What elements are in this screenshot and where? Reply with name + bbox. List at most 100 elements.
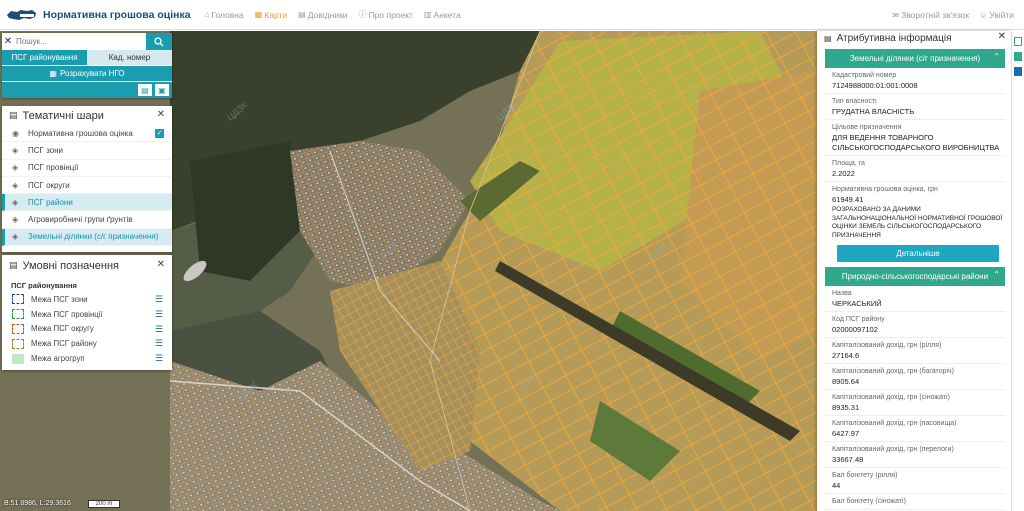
trash-icon: ▥ [423, 10, 432, 19]
tab-cadastral-number[interactable]: Кад. номер [87, 50, 172, 65]
field-area: Площа, га 2.2022 [825, 156, 1005, 182]
layer-checkbox[interactable]: ✓ [155, 129, 164, 138]
book-icon: ▤ [298, 10, 306, 19]
close-icon[interactable]: ✕ [157, 259, 165, 270]
tab-psg-zoning[interactable]: ПСГ районування [2, 50, 87, 65]
clear-search-icon[interactable]: ✕ [2, 33, 14, 50]
legend-swatch [12, 309, 24, 320]
chevron-up-icon: ⌃ [993, 52, 1000, 61]
table-view-button[interactable]: ▤ [138, 84, 152, 96]
logo[interactable] [6, 8, 38, 22]
field-value: ГРУДАТНА ВЛАСНІСТЬ [832, 107, 915, 116]
field-value: ДЛЯ ВЕДЕННЯ ТОВАРНОГО СІЛЬСЬКОГОСПОДАРСЬ… [832, 133, 1000, 152]
layer-soil-groups[interactable]: ◈ Агровиробничі групи ґрунтів [2, 211, 172, 229]
list-icon[interactable]: ☰ [155, 353, 163, 364]
nav-home[interactable]: ⌂ Головна [205, 10, 244, 20]
layer-land-plots[interactable]: ◈ Земельні ділянки (с/г призначення) [2, 228, 172, 247]
legend-group-title: ПСГ районування [11, 281, 77, 290]
map-view-icon: ▣ [158, 85, 166, 95]
field-value: 6427.97 [832, 429, 860, 438]
layer-label: ПСГ райони [28, 197, 73, 207]
layer-psg-regions[interactable]: ◈ ПСГ райони [2, 194, 172, 212]
layer-label: ПСГ округи [28, 180, 70, 190]
nav-maps[interactable]: ▦ Карти [255, 10, 287, 20]
close-icon[interactable]: ✕ [998, 31, 1006, 42]
legend-label: Межа ПСГ округу [31, 324, 94, 334]
legend-label: Межа ПСГ зони [31, 294, 88, 304]
layer-psg-districts[interactable]: ◈ ПСГ округи [2, 177, 172, 195]
legend-swatch [12, 294, 24, 305]
legend-item: Межа ПСГ району ☰ [2, 336, 172, 351]
thematic-layers-panel: ▤ Тематичні шари ✕ ◉ Нормативна грошова о… [2, 106, 172, 252]
coordinates-readout: B:51.8986, L:29.3616 [4, 500, 71, 507]
list-icon[interactable]: ☰ [155, 294, 163, 305]
legend-item: Межа ПСГ округу ☰ [2, 322, 172, 337]
layers-icon: ◈ [12, 215, 19, 225]
list-icon[interactable]: ☰ [155, 338, 163, 349]
legend-item: Межа агрогруп ☰ [2, 351, 172, 366]
field-note: РОЗРАХОВАНО ЗА ДАНИМИ ЗАГАЛЬНОНАЦІОНАЛЬН… [832, 206, 1003, 239]
field-label: Тип власності [832, 98, 877, 105]
details-button[interactable]: Детальніше [837, 245, 999, 262]
nav-reference[interactable]: ▤ Довідники [298, 10, 347, 20]
field-label: Назва [832, 290, 852, 297]
field-value: 02000097102 [832, 325, 878, 334]
nav-feedback[interactable]: ✉ Зворотній зв'язок [892, 10, 969, 20]
legend-label: Межа агрогруп [31, 354, 85, 364]
field-value: 8905.64 [832, 377, 860, 386]
toolbar-button[interactable] [1014, 67, 1022, 76]
map-view-button[interactable]: ▣ [155, 84, 169, 96]
field-value: 7124988000:01:001:0008 [832, 81, 918, 90]
legend-panel: ▤ Умовні позначення ✕ ПСГ районування Ме… [2, 255, 172, 370]
layer-psg-provinces[interactable]: ◈ ПСГ провінції [2, 160, 172, 177]
field-ownership: Тип власності ГРУДАТНА ВЛАСНІСТЬ [825, 94, 1005, 120]
legend-swatch [12, 323, 24, 334]
legend-swatch [12, 353, 24, 364]
list-icon[interactable]: ☰ [155, 324, 163, 335]
home-icon: ⌂ [204, 10, 210, 19]
section-land-plots[interactable]: Земельні ділянки (с/г призначення) ⌃ [825, 49, 1005, 68]
legend-label: Межа ПСГ району [31, 339, 97, 349]
field-name: Назва ЧЕРКАСЬКИЙ [825, 286, 1005, 312]
field-value: 44 [832, 481, 841, 490]
search-panel: ✕ ПСГ районування Кад. номер ▦Розрахуват… [2, 33, 172, 98]
field-label: Капіталізований дохід, грн (багаторіч) [832, 368, 955, 375]
field-ngo: Нормативна грошова оцінка, грн 61949.41 РО… [825, 182, 1005, 242]
layer-label: ПСГ зони [28, 145, 63, 155]
layers-icon: ◈ [12, 180, 19, 190]
field-label: Капіталізований дохід, грн (пасовища) [832, 420, 957, 427]
calc-label: Розрахувати НГО [59, 69, 125, 78]
list-icon[interactable]: ☰ [155, 309, 163, 320]
calculator-icon: ▦ [49, 69, 57, 78]
attribute-panel: ▤ Атрибутивна інформація ✕ Земельні діля… [817, 31, 1011, 511]
layers-icon: ◈ [12, 197, 19, 207]
panel-title: Тематичні шари [22, 109, 104, 122]
layers-icon: ◈ [12, 232, 19, 242]
nav-about[interactable]: ⓘ Про проект [359, 9, 413, 20]
section-psg-regions[interactable]: Природно-сільськогосподарські райони ⌃ [825, 267, 1005, 286]
field-income-fallow: Капіталізований дохід, грн (перелоги) 336… [825, 442, 1005, 468]
legend-icon: ▤ [9, 260, 18, 270]
search-button[interactable] [146, 33, 172, 50]
layer-label: Нормативна грошова оцінка [28, 128, 133, 138]
section-label: Природно-сільськогосподарські райони [841, 272, 989, 281]
field-label: Цільове призначення [832, 124, 902, 131]
layer-ngo[interactable]: ◉ Нормативна грошова оцінка ✓ [2, 125, 172, 143]
nav-label: Про проект [368, 9, 413, 20]
panel-title: Умовні позначення [22, 259, 120, 272]
toolbar-button[interactable] [1014, 37, 1022, 46]
top-navbar: Нормативна грошова оцінка ⌂ Головна ▦ Карт… [0, 0, 1024, 30]
field-label: Бал бонітету (рілля) [832, 472, 898, 479]
nav-label: Зворотній зв'язок [901, 10, 970, 20]
close-icon[interactable]: ✕ [157, 109, 165, 120]
layer-label: ПСГ провінції [28, 163, 79, 173]
field-label: Капіталізований дохід, грн (перелоги) [832, 446, 954, 453]
calculate-ngo-button[interactable]: ▦ Розрахувати НГО [2, 65, 172, 81]
layer-psg-zones[interactable]: ◈ ПСГ зони [2, 142, 172, 160]
nav-login[interactable]: ☺ Увійти [979, 10, 1014, 20]
nav-survey[interactable]: ▥ Анкета [424, 10, 461, 20]
search-input[interactable] [14, 33, 146, 50]
app-title[interactable]: Нормативна грошова оцінка [43, 9, 191, 21]
field-value: 27164.6 [832, 351, 860, 360]
toolbar-button[interactable] [1014, 52, 1022, 61]
